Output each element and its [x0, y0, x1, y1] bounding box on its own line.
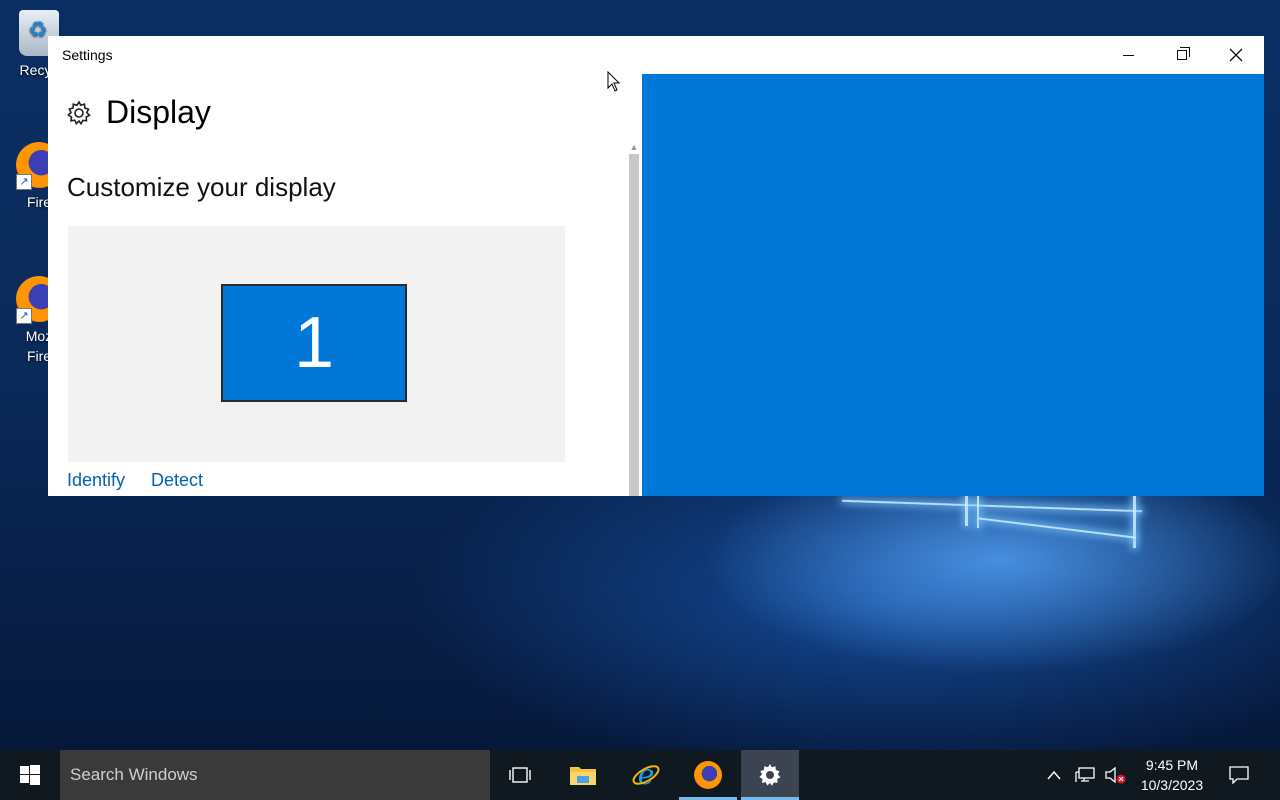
shortcut-arrow-icon: ↗ — [16, 174, 32, 190]
identify-link[interactable]: Identify — [67, 470, 125, 491]
task-view-icon — [509, 767, 531, 783]
mouse-cursor-icon — [607, 71, 621, 92]
file-explorer-button[interactable] — [554, 750, 612, 800]
detect-link[interactable]: Detect — [151, 470, 203, 491]
volume-button[interactable] — [1102, 750, 1128, 800]
wallpaper-light — [842, 499, 1142, 513]
taskbar: Search Windows e 9:45 PM 10/3/2023 — [0, 750, 1280, 800]
network-button[interactable] — [1072, 750, 1098, 800]
volume-muted-icon — [1105, 766, 1126, 784]
wallpaper-light — [1133, 496, 1136, 548]
gear-icon — [66, 99, 91, 125]
clock[interactable]: 9:45 PM 10/3/2023 — [1128, 755, 1216, 795]
windows-logo-icon — [20, 765, 40, 785]
page-title: Display — [106, 94, 211, 130]
blank-blue-pane — [642, 74, 1264, 496]
show-hidden-icons-button[interactable] — [1042, 750, 1066, 800]
network-icon — [1075, 767, 1095, 782]
scroll-up-icon[interactable]: ▲ — [627, 140, 641, 154]
page-header: Display — [66, 94, 211, 131]
close-button[interactable] — [1209, 36, 1263, 74]
settings-content: Display Customize your display 1 Identif… — [48, 74, 641, 496]
vertical-scrollbar[interactable]: ▲ — [627, 140, 641, 496]
shortcut-arrow-icon: ↗ — [16, 308, 32, 324]
clock-date: 10/3/2023 — [1140, 777, 1204, 793]
search-placeholder: Search Windows — [70, 765, 198, 784]
minimize-icon — [1122, 54, 1134, 56]
internet-explorer-icon: e — [632, 760, 660, 790]
settings-icon — [759, 764, 781, 786]
notification-icon — [1229, 766, 1249, 784]
chevron-up-icon — [1047, 770, 1061, 780]
restore-icon — [1177, 47, 1190, 60]
wallpaper-light — [978, 517, 1136, 539]
firefox-taskbar-button[interactable] — [679, 750, 737, 800]
window-title: Settings — [62, 47, 113, 63]
section-title: Customize your display — [67, 172, 336, 202]
display-arrangement-area: 1 — [68, 226, 565, 462]
wallpaper-light — [965, 496, 968, 526]
clock-time: 9:45 PM — [1145, 757, 1199, 773]
search-box[interactable]: Search Windows — [60, 750, 490, 800]
title-bar[interactable]: Settings — [48, 36, 1264, 74]
firefox-icon — [694, 761, 722, 789]
settings-taskbar-button[interactable] — [741, 750, 799, 800]
close-icon — [1229, 48, 1243, 62]
settings-window: Settings Display Customize your display … — [48, 36, 1264, 496]
minimize-button[interactable] — [1101, 36, 1155, 74]
svg-text:e: e — [638, 760, 655, 790]
start-button[interactable] — [0, 750, 60, 800]
action-center-button[interactable] — [1222, 750, 1256, 800]
file-explorer-icon — [570, 767, 596, 785]
task-view-button[interactable] — [491, 750, 549, 800]
wallpaper-light — [977, 496, 979, 528]
restore-button[interactable] — [1155, 36, 1209, 74]
scrollbar-thumb[interactable] — [629, 154, 639, 496]
internet-explorer-button[interactable]: e — [617, 750, 675, 800]
monitor-1-tile[interactable]: 1 — [221, 284, 407, 402]
